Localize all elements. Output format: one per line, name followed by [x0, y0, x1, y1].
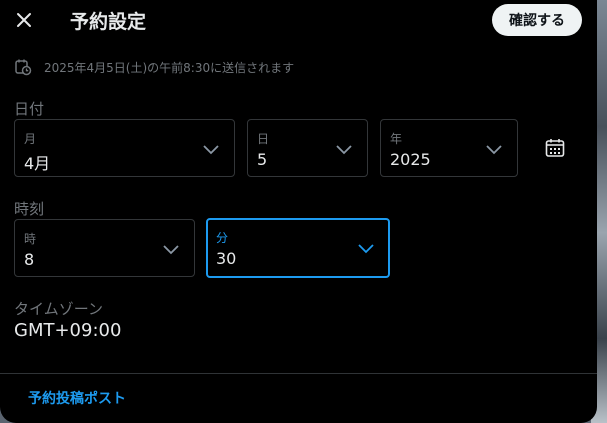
hour-select[interactable]: 時 8	[14, 219, 195, 277]
date-section-label: 日付	[14, 100, 45, 118]
schedule-notice: 2025年4月5日(土)の午前8:30に送信されます	[14, 57, 294, 77]
notice-text: 2025年4月5日(土)の午前8:30に送信されます	[44, 60, 295, 75]
year-label: 年	[390, 132, 403, 146]
scheduled-posts-link[interactable]: 予約投稿ポスト	[28, 388, 126, 408]
timezone-label: タイムゾーン	[14, 300, 103, 318]
chevron-down-icon	[358, 244, 374, 254]
chevron-down-icon	[336, 145, 352, 155]
day-label: 日	[257, 132, 270, 146]
dialog-title: 予約設定	[70, 11, 147, 33]
minute-value: 30	[216, 249, 237, 268]
hour-value: 8	[24, 250, 35, 269]
minute-select[interactable]: 分 30	[206, 218, 390, 278]
day-value: 5	[257, 150, 268, 169]
chevron-down-icon	[203, 145, 219, 155]
close-icon	[17, 13, 31, 27]
schedule-dialog: 予約設定 確認する 2025年4月5日(土)の午前8:30に送信されます 日付 …	[0, 0, 597, 423]
minute-label: 分	[216, 231, 229, 245]
chevron-down-icon	[163, 245, 179, 255]
divider	[0, 373, 597, 374]
dialog-header: 予約設定 確認する	[0, 0, 597, 40]
confirm-button[interactable]: 確認する	[492, 4, 582, 36]
chevron-down-icon	[486, 145, 502, 155]
month-select[interactable]: 月 4月	[14, 119, 235, 177]
calendar-icon	[545, 139, 565, 157]
year-select[interactable]: 年 2025	[380, 119, 518, 177]
hour-label: 時	[24, 232, 37, 246]
year-value: 2025	[390, 150, 431, 169]
month-label: 月	[24, 132, 37, 146]
time-section-label: 時刻	[14, 200, 45, 218]
month-value: 4月	[24, 154, 51, 173]
timezone-value: GMT+09:00	[14, 320, 122, 341]
day-select[interactable]: 日 5	[247, 119, 368, 177]
calendar-button[interactable]	[543, 136, 567, 160]
close-button[interactable]	[12, 8, 36, 32]
clock-calendar-icon	[15, 59, 32, 76]
